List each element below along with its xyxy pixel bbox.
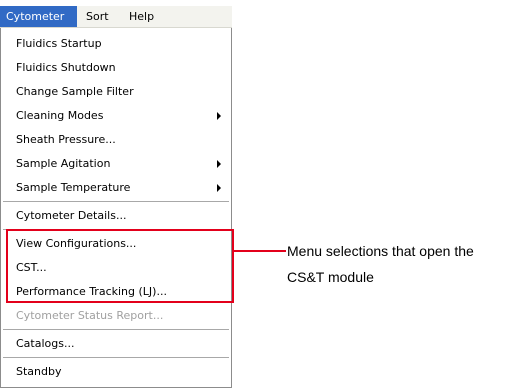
menu-sort[interactable]: Sort	[80, 6, 115, 27]
menu-item-change-sample-filter[interactable]: Change Sample Filter	[3, 80, 229, 103]
menu-item-sample-agitation[interactable]: Sample Agitation	[3, 152, 229, 175]
submenu-arrow-icon	[217, 184, 221, 192]
callout-annotation: Menu selections that open the CS&T modul…	[287, 238, 527, 290]
menu-help[interactable]: Help	[123, 6, 160, 27]
menu-item-fluidics-shutdown[interactable]: Fluidics Shutdown	[3, 56, 229, 79]
callout-leader-line	[234, 250, 286, 252]
menu-item-label: Cleaning Modes	[16, 109, 104, 122]
menu-separator	[3, 357, 229, 358]
menu-item-view-configurations[interactable]: View Configurations...	[3, 232, 229, 255]
menu-bar: Cytometer Sort Help	[0, 6, 232, 28]
callout-line-2: CS&T module	[287, 269, 374, 285]
submenu-arrow-icon	[217, 112, 221, 120]
menu-separator	[3, 201, 229, 202]
menu-item-label: Sample Temperature	[16, 181, 131, 194]
menu-separator	[3, 329, 229, 330]
menu-item-standby[interactable]: Standby	[3, 360, 229, 383]
menu-item-performance-tracking[interactable]: Performance Tracking (LJ)...	[3, 280, 229, 303]
cytometer-dropdown-menu: Fluidics Startup Fluidics Shutdown Chang…	[0, 28, 232, 388]
callout-line-1: Menu selections that open the	[287, 243, 474, 259]
menu-item-sample-temperature[interactable]: Sample Temperature	[3, 176, 229, 199]
menu-separator	[3, 229, 229, 230]
menu-cytometer[interactable]: Cytometer	[0, 6, 77, 27]
menu-item-cst[interactable]: CST...	[3, 256, 229, 279]
menu-item-catalogs[interactable]: Catalogs...	[3, 332, 229, 355]
menu-item-fluidics-startup[interactable]: Fluidics Startup	[3, 32, 229, 55]
menu-item-cleaning-modes[interactable]: Cleaning Modes	[3, 104, 229, 127]
menu-item-sheath-pressure[interactable]: Sheath Pressure...	[3, 128, 229, 151]
menu-item-cytometer-status-report: Cytometer Status Report...	[16, 309, 164, 322]
menu-item-cytometer-details[interactable]: Cytometer Details...	[3, 204, 229, 227]
menu-item-label: Sample Agitation	[16, 157, 111, 170]
submenu-arrow-icon	[217, 160, 221, 168]
